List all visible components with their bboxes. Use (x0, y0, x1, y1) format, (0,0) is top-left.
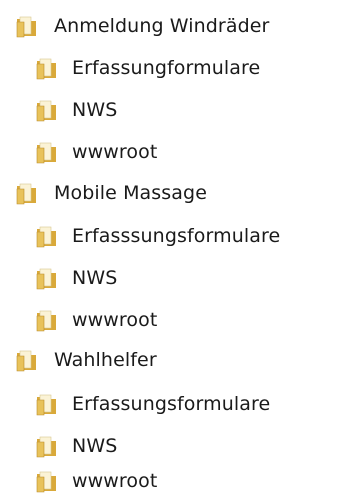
tree-item-erfasssungsformulare[interactable]: Erfasssungsformulare (0, 220, 280, 252)
tree-item-wwwroot[interactable]: wwwroot (0, 136, 157, 168)
tree-item-anmeldung-windraeder[interactable]: Anmeldung Windräder (0, 10, 269, 42)
folder-icon (36, 268, 56, 290)
tree-item-label: Mobile Massage (54, 182, 207, 204)
tree-item-wahlhelfer[interactable]: Wahlhelfer (0, 344, 157, 376)
tree-item-label: NWS (72, 99, 118, 121)
folder-tree: Anmeldung Windräder Erfassungformulare N… (0, 0, 363, 500)
tree-item-label: NWS (72, 267, 118, 289)
folder-icon (36, 142, 56, 164)
tree-item-wwwroot[interactable]: wwwroot (0, 465, 157, 497)
folder-icon (16, 16, 36, 38)
tree-item-erfassungformulare[interactable]: Erfassungformulare (0, 52, 260, 84)
tree-item-nws[interactable]: NWS (0, 430, 117, 462)
tree-item-label: Erfassungformulare (72, 57, 261, 79)
folder-icon (36, 58, 56, 80)
tree-item-label: wwwroot (72, 141, 158, 163)
folder-icon (36, 226, 56, 248)
folder-icon (36, 471, 56, 493)
folder-icon (36, 436, 56, 458)
tree-item-label: Anmeldung Windräder (54, 15, 270, 37)
tree-item-nws[interactable]: NWS (0, 262, 117, 294)
tree-item-label: wwwroot (72, 470, 158, 492)
tree-item-label: NWS (72, 435, 118, 457)
tree-item-mobile-massage[interactable]: Mobile Massage (0, 177, 207, 209)
tree-item-label: Wahlhelfer (54, 349, 157, 371)
tree-item-wwwroot[interactable]: wwwroot (0, 304, 157, 336)
folder-icon (36, 100, 56, 122)
tree-item-label: Erfassungsformulare (72, 393, 271, 415)
folder-icon (16, 183, 36, 205)
folder-icon (36, 394, 56, 416)
tree-item-label: wwwroot (72, 309, 158, 331)
folder-icon (16, 350, 36, 372)
tree-item-erfassungsformulare[interactable]: Erfassungsformulare (0, 388, 270, 420)
tree-item-label: Erfasssungsformulare (72, 225, 281, 247)
tree-item-nws[interactable]: NWS (0, 94, 117, 126)
folder-icon (36, 310, 56, 332)
